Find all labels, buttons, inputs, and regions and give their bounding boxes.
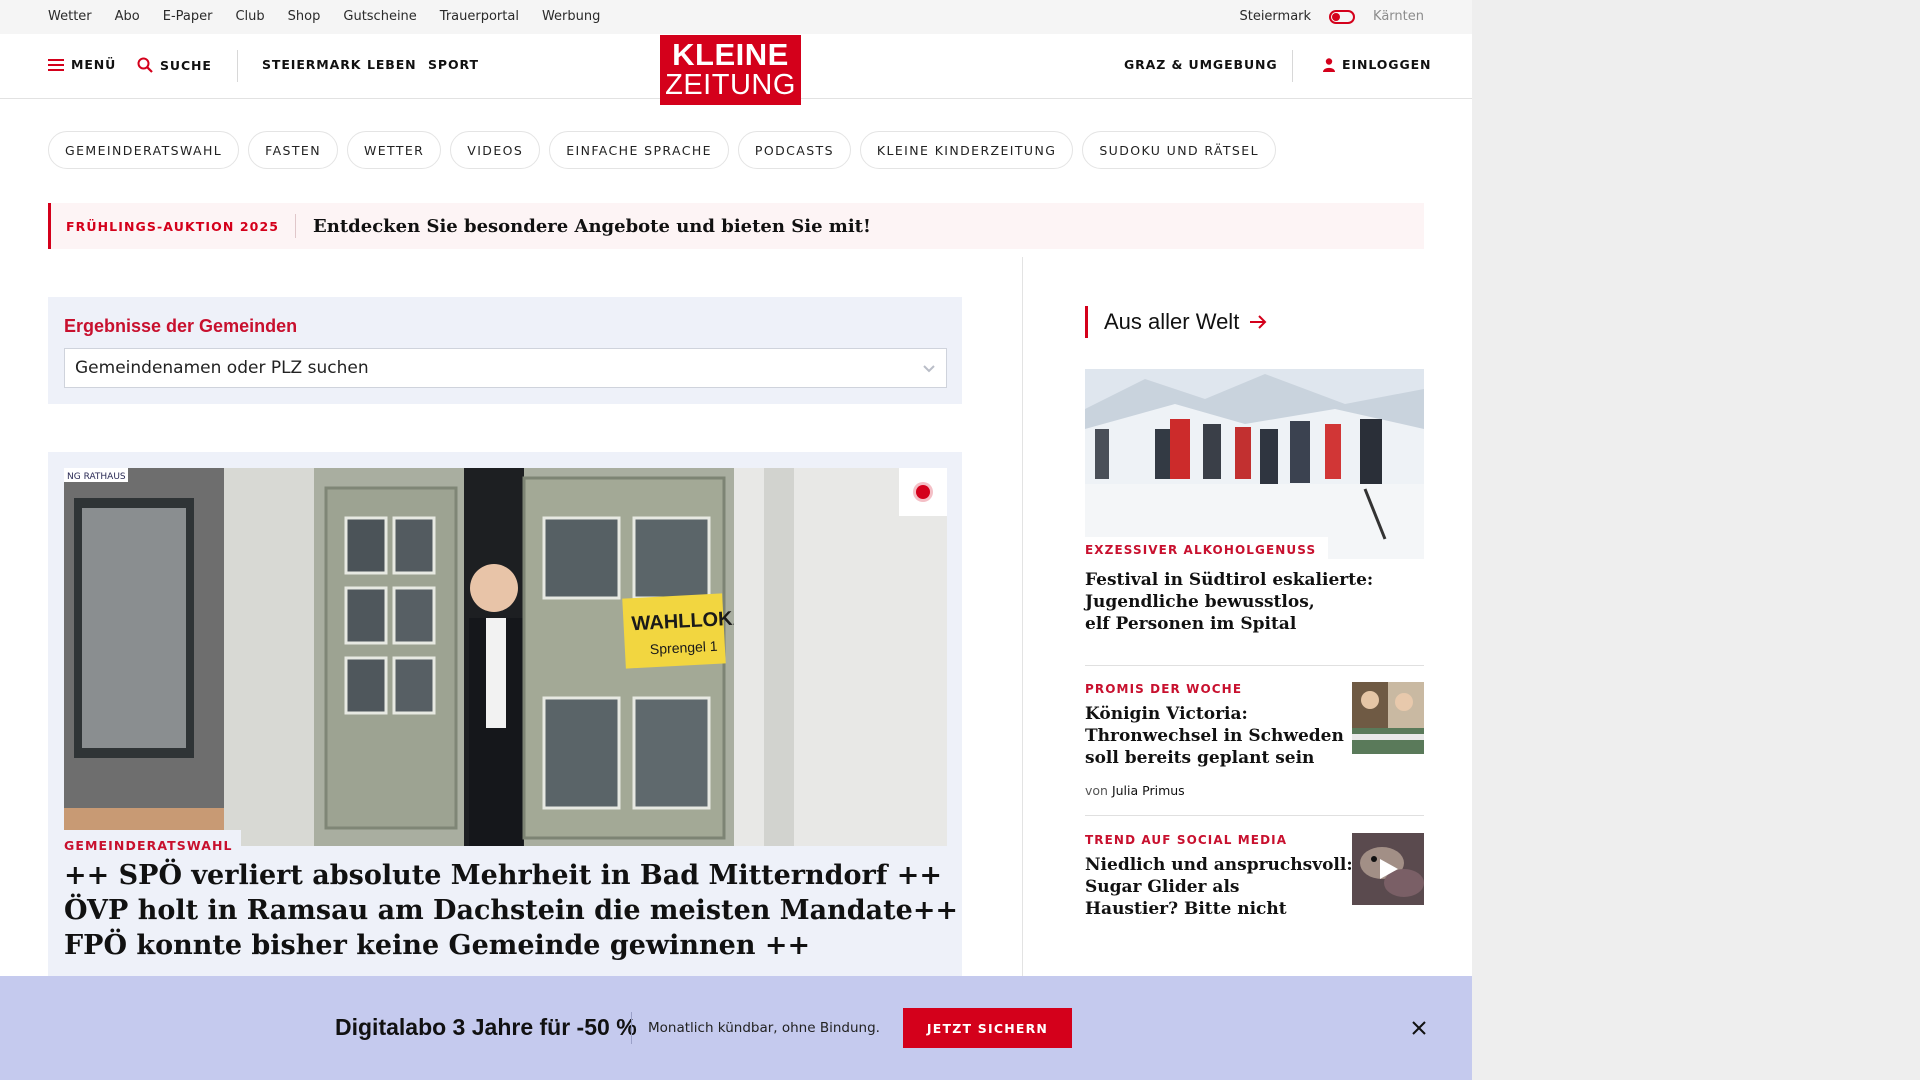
login-button[interactable]: EINLOGGEN — [1323, 57, 1431, 72]
topic-pills: GEMEINDERATSWAHL FASTEN WETTER VIDEOS EI… — [48, 131, 1276, 169]
pill-fasten[interactable]: FASTEN — [248, 131, 338, 169]
featured-title-line: Jugendliche bewusstlos, — [1085, 592, 1315, 612]
pill-kleine-kinderzeitung[interactable]: KLEINE KINDERZEITUNG — [859, 131, 1074, 169]
list-item-title-line: Königin Victoria: — [1085, 704, 1248, 724]
close-icon[interactable] — [1408, 1017, 1430, 1039]
logo-line-2: ZEITUNG — [665, 69, 796, 101]
list-item-kicker[interactable]: PROMIS DER WOCHE — [1085, 682, 1242, 696]
pill-wetter[interactable]: WETTER — [346, 131, 442, 169]
ski-slope-photo — [1085, 369, 1424, 559]
list-item-title-line: Niedlich und anspruchsvoll: — [1085, 855, 1353, 875]
municipality-results-title: Ergebnisse der Gemeinden — [64, 316, 298, 336]
region-steiermark-label[interactable]: Steiermark — [1239, 9, 1311, 24]
service-link-epaper[interactable]: E-Paper — [163, 9, 213, 24]
region-kaernten-label[interactable]: Kärnten — [1373, 9, 1424, 24]
nav-sport[interactable]: SPORT — [428, 57, 479, 72]
live-dot-icon — [916, 485, 930, 499]
subscription-note: Monatlich kündbar, ohne Bindung. — [648, 1020, 880, 1036]
list-divider — [1085, 665, 1424, 666]
region-switch: Steiermark Kärnten — [1239, 9, 1424, 24]
service-link-werbung[interactable]: Werbung — [542, 9, 600, 24]
subscription-offer: Digitalabo 3 Jahre für -50 % — [335, 1014, 637, 1040]
featured-article-image[interactable] — [1085, 369, 1424, 559]
list-item-kicker[interactable]: TREND AUF SOCIAL MEDIA — [1085, 833, 1287, 847]
image-corner-text: NG RATHAUS — [67, 472, 126, 482]
toggle-knob — [1332, 12, 1341, 21]
lead-headline-line: ++ SPÖ verliert absolute Mehrheit in Bad… — [64, 860, 943, 891]
page-gutter — [1472, 0, 1920, 1080]
subscribe-button[interactable]: JETZT SICHERN — [903, 1008, 1072, 1048]
pill-podcasts[interactable]: PODCASTS — [737, 131, 851, 169]
municipality-search-select[interactable]: Gemeindenamen oder PLZ suchen — [64, 348, 947, 388]
section-header-aus-aller-welt[interactable]: Aus aller Welt — [1085, 306, 1267, 338]
column-divider — [1022, 257, 1023, 977]
royal-couple-thumbnail — [1352, 682, 1424, 754]
service-link-gutscheine[interactable]: Gutscheine — [343, 9, 416, 24]
lead-article-image[interactable]: NG RATHAUS WAHLLOKAL Sprengel 1 — [64, 468, 947, 846]
service-link-wetter[interactable]: Wetter — [48, 9, 92, 24]
search-icon — [137, 57, 153, 73]
menu-label: MENÜ — [71, 57, 117, 72]
lead-article: NG RATHAUS WAHLLOKAL Sprengel 1 GEMEINDE… — [48, 452, 962, 1012]
promo-banner[interactable]: FRÜHLINGS-AUKTION 2025 Entdecken Sie bes… — [48, 203, 1424, 249]
lead-headline-line: FPÖ konnte bisher keine Gemeinde gewinne… — [64, 930, 811, 961]
nav-steiermark[interactable]: STEIERMARK — [262, 57, 361, 72]
list-item-title-line: Haustier? Bitte nicht — [1085, 899, 1287, 919]
region-toggle[interactable] — [1329, 9, 1356, 24]
article-author: von Julia Primus — [1085, 783, 1185, 798]
pill-videos[interactable]: VIDEOS — [450, 131, 541, 169]
service-link-club[interactable]: Club — [235, 9, 264, 24]
lead-headline-line: ÖVP holt in Ramsau am Dachstein die meis… — [64, 895, 959, 926]
user-icon — [1323, 57, 1335, 72]
kleine-zeitung-logo[interactable]: KLEINE ZEITUNG — [660, 35, 801, 105]
arrow-right-icon — [1250, 315, 1267, 329]
lead-kicker[interactable]: GEMEINDERATSWAHL — [64, 830, 241, 853]
featured-kicker[interactable]: EXZESSIVER ALKOHOLGENUSS — [1085, 537, 1329, 561]
page: Wetter Abo E-Paper Club Shop Gutscheine … — [0, 0, 1472, 1080]
service-link-trauerportal[interactable]: Trauerportal — [440, 9, 519, 24]
nav-leben[interactable]: LEBEN — [367, 57, 417, 72]
author-name[interactable]: Julia Primus — [1112, 783, 1185, 798]
list-item-title-line: Thronwechsel in Schweden — [1085, 726, 1344, 746]
service-link-abo[interactable]: Abo — [115, 9, 140, 24]
list-item-title[interactable]: Königin Victoria: Thronwechsel in Schwed… — [1085, 703, 1344, 769]
service-bar: Wetter Abo E-Paper Club Shop Gutscheine … — [0, 0, 1472, 34]
polling-station-photo: NG RATHAUS WAHLLOKAL Sprengel 1 — [64, 468, 947, 846]
live-badge — [899, 468, 947, 516]
video-thumbnail[interactable] — [1352, 833, 1424, 905]
promo-text: Entdecken Sie besondere Angebote und bie… — [313, 215, 871, 237]
service-link-shop[interactable]: Shop — [288, 9, 321, 24]
list-item-title-line: soll bereits geplant sein — [1085, 748, 1315, 768]
search-button[interactable]: SUCHE — [137, 57, 212, 73]
lead-headline[interactable]: ++ SPÖ verliert absolute Mehrheit in Bad… — [64, 858, 959, 963]
menu-button[interactable]: MENÜ — [48, 57, 116, 72]
pill-gemeinderatswahl[interactable]: GEMEINDERATSWAHL — [48, 131, 240, 169]
region-link-graz[interactable]: GRAZ & UMGEBUNG — [1124, 57, 1278, 72]
header-divider — [1292, 50, 1293, 82]
logo-line-1: KLEINE — [672, 37, 789, 72]
featured-title-line: Festival in Südtirol eskalierte: — [1085, 570, 1374, 590]
list-divider — [1085, 815, 1424, 816]
header-divider — [237, 50, 238, 82]
hamburger-icon — [48, 58, 64, 71]
section-title: Aus aller Welt — [1104, 309, 1240, 334]
search-label: SUCHE — [160, 57, 212, 73]
featured-title[interactable]: Festival in Südtirol eskalierte: Jugendl… — [1085, 569, 1385, 635]
login-label: EINLOGGEN — [1342, 57, 1432, 72]
pill-sudoku[interactable]: SUDOKU UND RÄTSEL — [1082, 131, 1276, 169]
municipality-search-placeholder: Gemeindenamen oder PLZ suchen — [75, 358, 369, 378]
chevron-down-icon — [923, 365, 935, 373]
play-icon — [1380, 859, 1398, 879]
municipality-results-box: Ergebnisse der Gemeinden Gemeindenamen o… — [48, 297, 962, 404]
author-prefix: von — [1085, 783, 1108, 798]
subscription-banner: Digitalabo 3 Jahre für -50 % Monatlich k… — [0, 976, 1472, 1080]
list-item-title-line: Sugar Glider als — [1085, 877, 1240, 897]
promo-kicker: FRÜHLINGS-AUKTION 2025 — [66, 218, 280, 234]
featured-title-line: elf Personen im Spital — [1085, 614, 1297, 634]
subscription-divider — [631, 1012, 632, 1044]
list-item-thumbnail[interactable] — [1352, 682, 1424, 754]
list-item-title[interactable]: Niedlich und anspruchsvoll: Sugar Glider… — [1085, 854, 1353, 920]
service-links: Wetter Abo E-Paper Club Shop Gutscheine … — [48, 9, 600, 24]
pill-einfache-sprache[interactable]: EINFACHE SPRACHE — [549, 131, 729, 169]
